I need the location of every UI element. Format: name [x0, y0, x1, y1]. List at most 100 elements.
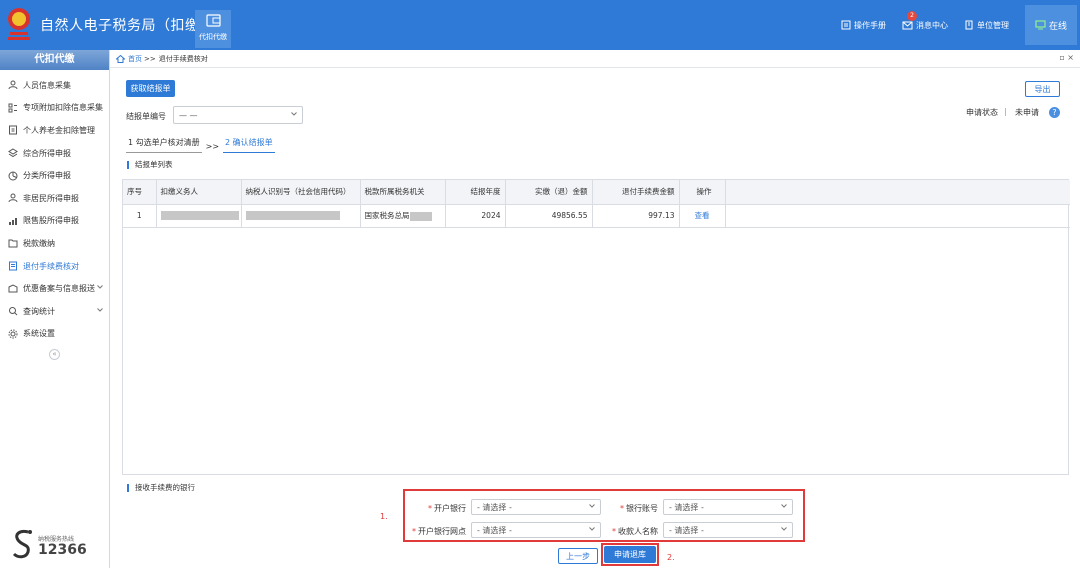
- section-marker: [127, 160, 129, 169]
- step-1[interactable]: 1 勾选单户核对清册: [126, 135, 202, 153]
- unit-management-label: 单位管理: [977, 20, 1009, 30]
- pension-icon: [9, 125, 17, 135]
- sidebar-item-label: 限售股所得申报: [23, 216, 79, 226]
- authority-text: 国家税务总局: [364, 211, 410, 220]
- step-2[interactable]: 2 确认结报单: [223, 135, 275, 153]
- hotline: 纳税服务热线 12366: [10, 528, 105, 562]
- sidebar-item-label: 退付手续费核对: [23, 261, 79, 271]
- col-header-agent: 扣缴义务人: [156, 180, 242, 205]
- col-header-index: 序号: [123, 180, 157, 205]
- col-header-tax-id: 纳税人识别号（社会信用代码）: [241, 180, 361, 205]
- sidebar-item-personnel[interactable]: 人员信息采集: [0, 74, 109, 97]
- messages-badge: 2: [907, 10, 917, 21]
- cell-action: 查看: [679, 204, 726, 228]
- bank-label: * 开户银行: [428, 504, 466, 513]
- sidebar-item-label: 个人养老金扣除管理: [23, 125, 95, 135]
- cell-index: 1: [123, 204, 157, 228]
- table-header-row: 序号 扣缴义务人 纳税人识别号（社会信用代码） 税款所属税务机关 结报年度 实缴…: [123, 180, 1070, 205]
- account-select[interactable]: - 请选择 -: [663, 499, 793, 515]
- unit-management-button[interactable]: 单位管理: [964, 20, 1009, 31]
- sidebar-item-query-stats[interactable]: 查询统计: [0, 300, 109, 323]
- pie-icon: [8, 171, 18, 181]
- top-bar: 自然人电子税务局（扣缴端） 代扣代缴 操作手册 2 消息中心 单位管理 在线: [0, 0, 1080, 50]
- sidebar-title: 代扣代缴: [0, 50, 109, 70]
- apply-refund-button[interactable]: 申请退库: [604, 546, 656, 563]
- branch-select-value: - 请选择 -: [477, 525, 512, 535]
- folder-icon: [8, 239, 18, 248]
- previous-step-button[interactable]: 上一步: [558, 548, 598, 564]
- report-number-select[interactable]: — —: [173, 106, 303, 124]
- window-controls[interactable]: ▫ ×: [1059, 53, 1074, 62]
- col-header-paid-amount: 实缴（退）金额: [505, 180, 593, 205]
- col-header-action: 操作: [679, 180, 726, 205]
- online-status-button[interactable]: 在线: [1025, 5, 1077, 45]
- layers-icon: [8, 148, 18, 158]
- sidebar-item-classified-income[interactable]: 分类所得申报: [0, 164, 109, 187]
- sidebar-item-preferential-filing[interactable]: 优惠备案与信息报送: [0, 277, 109, 300]
- tax-emblem-icon: [8, 8, 30, 40]
- sidebar-item-nonresident[interactable]: 非居民所得申报: [0, 187, 109, 210]
- book-icon: [841, 20, 851, 30]
- sidebar-item-label: 系统设置: [23, 329, 55, 339]
- breadcrumb-home[interactable]: 首页: [128, 54, 142, 64]
- step-separator: >>: [205, 142, 220, 151]
- sidebar: 代扣代缴 人员信息采集 专项附加扣除信息采集 个人养老金扣除管理 综合所得申报 …: [0, 50, 110, 568]
- breadcrumb-separator: >>: [144, 54, 156, 63]
- tab-withholding-label: 代扣代缴: [199, 33, 227, 41]
- list-section-title: 结报单列表: [127, 159, 173, 170]
- sidebar-item-special-deduction[interactable]: 专项附加扣除信息采集: [0, 97, 109, 120]
- chevron-down-icon: [781, 504, 787, 508]
- bank-select-value: - 请选择 -: [477, 502, 512, 512]
- sidebar-item-label: 综合所得申报: [23, 148, 71, 158]
- annotation-1: 1.: [380, 512, 388, 521]
- payee-select[interactable]: - 请选择 -: [663, 522, 793, 538]
- hotline-number: 12366: [38, 542, 87, 558]
- report-number-label: 结报单编号: [126, 112, 166, 121]
- bank-section-title-text: 接收手续费的银行: [135, 483, 195, 492]
- cell-authority: 国家税务总局: [360, 204, 446, 228]
- person-icon: [8, 193, 18, 203]
- bank-select[interactable]: - 请选择 -: [471, 499, 601, 515]
- sidebar-collapse-button[interactable]: «: [49, 349, 60, 360]
- building-icon: [965, 20, 973, 30]
- messages-button[interactable]: 2 消息中心: [902, 10, 948, 31]
- redacted-agent: [160, 211, 239, 221]
- sidebar-item-label: 优惠备案与信息报送: [23, 284, 95, 294]
- sidebar-item-comprehensive-income[interactable]: 综合所得申报: [0, 142, 109, 165]
- breadcrumb-current: 退付手续费核对: [158, 54, 208, 63]
- sidebar-item-fee-refund[interactable]: 退付手续费核对: [0, 255, 109, 278]
- chevron-down-icon: [781, 527, 787, 531]
- help-icon[interactable]: ?: [1049, 107, 1060, 118]
- mail-icon: [902, 21, 913, 30]
- sidebar-item-restricted-shares[interactable]: 限售股所得申报: [0, 210, 109, 233]
- hotline-logo-icon: [12, 530, 32, 559]
- home-icon: [116, 54, 125, 63]
- status-separator: |: [1004, 107, 1007, 116]
- person-icon: [8, 80, 18, 90]
- fetch-report-button[interactable]: 获取结报单: [126, 80, 175, 97]
- report-number-value: — —: [179, 110, 198, 120]
- table-row[interactable]: 1 国家税务总局 2024 49856.55 997.13 查看: [123, 204, 1070, 228]
- chevron-down-icon: [291, 112, 297, 116]
- cell-agent: [156, 204, 242, 228]
- breadcrumb: 首页 >> 退付手续费核对 ▫ ×: [110, 50, 1080, 68]
- col-header-refund-fee: 退付手续费金额: [592, 180, 680, 205]
- sidebar-item-system-settings[interactable]: 系统设置: [0, 323, 109, 346]
- status-value: 未申请: [1015, 108, 1039, 117]
- manual-label: 操作手册: [854, 20, 886, 30]
- sidebar-item-label: 税款缴纳: [23, 238, 55, 248]
- view-link[interactable]: 查看: [695, 211, 710, 220]
- document-icon: [9, 261, 17, 271]
- sidebar-item-tax-payment[interactable]: 税款缴纳: [0, 232, 109, 255]
- sidebar-item-pension[interactable]: 个人养老金扣除管理: [0, 119, 109, 142]
- monitor-icon: [1035, 20, 1046, 30]
- cell-tax-id: [241, 204, 361, 228]
- tab-withholding[interactable]: 代扣代缴: [195, 10, 231, 48]
- branch-select[interactable]: - 请选择 -: [471, 522, 601, 538]
- payee-label: * 收款人名称: [612, 527, 658, 536]
- cell-empty: [725, 204, 1070, 228]
- header-actions: 操作手册 2 消息中心 单位管理 在线: [841, 0, 1080, 50]
- export-button[interactable]: 导出: [1025, 81, 1060, 97]
- manual-button[interactable]: 操作手册: [841, 20, 886, 31]
- sidebar-item-label: 专项附加扣除信息采集: [23, 103, 103, 113]
